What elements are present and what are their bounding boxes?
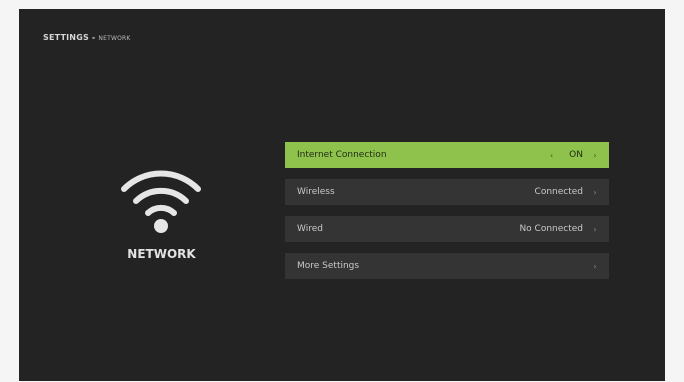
settings-menu: Internet Connection ‹ ON › Wireless Conn…	[285, 142, 609, 290]
breadcrumb-settings: SETTINGS -	[43, 33, 99, 42]
tv-settings-screen: SETTINGS - NETWORK NETWORK Internet Conn…	[19, 9, 665, 381]
page-title: NETWORK	[127, 247, 196, 261]
menu-item-label: Wired	[297, 224, 323, 234]
chevron-right-icon: ›	[593, 224, 597, 234]
menu-item-label: Internet Connection	[297, 150, 387, 160]
menu-item-wired[interactable]: Wired No Connected ›	[285, 216, 609, 242]
menu-item-more-settings[interactable]: More Settings ›	[285, 253, 609, 279]
chevron-left-icon[interactable]: ‹	[550, 151, 553, 160]
menu-item-label: Wireless	[297, 187, 335, 197]
menu-item-internet-connection[interactable]: Internet Connection ‹ ON ›	[285, 142, 609, 168]
chevron-right-icon: ›	[593, 187, 597, 197]
wifi-icon	[116, 159, 206, 239]
chevron-right-icon: ›	[593, 261, 597, 271]
breadcrumb: SETTINGS - NETWORK	[43, 33, 131, 42]
menu-item-label: More Settings	[297, 261, 360, 271]
menu-item-wireless[interactable]: Wireless Connected ›	[285, 179, 609, 205]
chevron-right-icon[interactable]: ›	[591, 151, 599, 160]
breadcrumb-network: NETWORK	[98, 35, 131, 42]
toggle-value: ON	[569, 150, 583, 160]
status-value: No Connected	[519, 224, 583, 234]
status-value: Connected	[534, 187, 583, 197]
